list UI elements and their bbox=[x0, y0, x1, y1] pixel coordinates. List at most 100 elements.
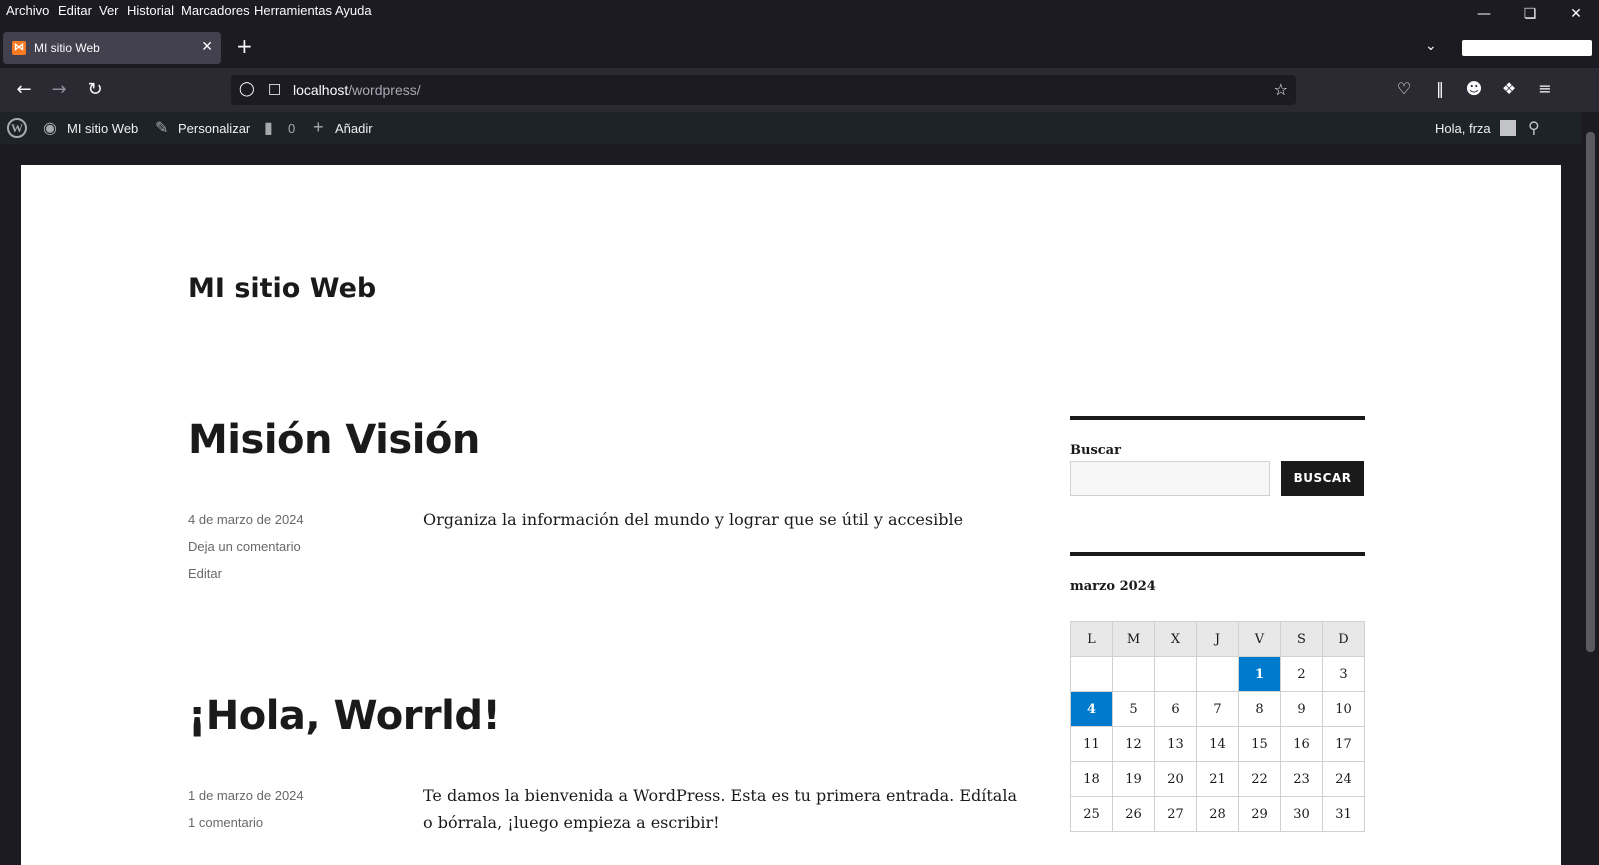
page-icon[interactable]: □ bbox=[268, 81, 281, 97]
calendar-day[interactable]: 1 bbox=[1238, 656, 1281, 692]
post-title[interactable]: Misión Visión bbox=[188, 417, 480, 463]
menu-herramientas[interactable]: Herramientas bbox=[254, 3, 332, 18]
post-edit-link[interactable]: Editar bbox=[188, 566, 222, 581]
site-title[interactable]: MI sitio Web bbox=[188, 273, 376, 304]
calendar-day: 22 bbox=[1238, 761, 1281, 797]
search-icon[interactable]: ⚲ bbox=[1528, 118, 1540, 138]
calendar-day: 15 bbox=[1238, 726, 1281, 762]
post-date[interactable]: 4 de marzo de 2024 bbox=[188, 512, 304, 527]
new-tab-icon[interactable]: + bbox=[236, 34, 253, 58]
menu-ayuda[interactable]: Ayuda bbox=[335, 3, 372, 18]
calendar-day: 29 bbox=[1238, 796, 1281, 832]
wp-admin-bar: W ◉ MI sitio Web ✎ Personalizar ▮ 0 + Añ… bbox=[0, 112, 1582, 144]
calendar-day: 6 bbox=[1154, 691, 1197, 727]
post-comment-link[interactable]: Deja un comentario bbox=[188, 539, 301, 554]
calendar-empty bbox=[1112, 656, 1155, 692]
post-date[interactable]: 1 de marzo de 2024 bbox=[188, 788, 304, 803]
calendar-day: 19 bbox=[1112, 761, 1155, 797]
menu-archivo[interactable]: Archivo bbox=[6, 3, 49, 18]
calendar-weekday: M bbox=[1112, 621, 1155, 657]
hamburger-menu-icon[interactable]: ≡ bbox=[1534, 79, 1556, 98]
tab-title: MI sitio Web bbox=[34, 41, 100, 55]
calendar-empty bbox=[1154, 656, 1197, 692]
menu-ver[interactable]: Ver bbox=[99, 3, 119, 18]
shield-icon[interactable]: ◯ bbox=[239, 81, 255, 97]
calendar-weekday: L bbox=[1070, 621, 1113, 657]
url-bar[interactable]: ◯ □ localhost/wordpress/ ☆ bbox=[231, 75, 1296, 105]
redacted-account bbox=[1462, 40, 1592, 56]
calendar-day[interactable]: 4 bbox=[1070, 691, 1113, 727]
admin-site-name[interactable]: MI sitio Web bbox=[67, 121, 138, 136]
menu-bar: Archivo Editar Ver Historial Marcadores … bbox=[0, 0, 1599, 24]
comment-bubble-icon: ▮ bbox=[264, 120, 273, 137]
account-icon[interactable]: ☻ bbox=[1463, 79, 1485, 98]
admin-customize[interactable]: Personalizar bbox=[178, 121, 250, 136]
calendar-day: 24 bbox=[1322, 761, 1365, 797]
scrollbar-thumb[interactable] bbox=[1586, 132, 1595, 652]
nav-bar: ← → ↻ ◯ □ localhost/wordpress/ ☆ ♡ ‖ ☻ ❖… bbox=[0, 68, 1599, 112]
close-tab-icon[interactable]: ✕ bbox=[201, 38, 213, 55]
calendar-week: 123 bbox=[1070, 656, 1365, 692]
calendar-day: 13 bbox=[1154, 726, 1197, 762]
brush-icon: ✎ bbox=[155, 120, 169, 137]
calendar-day: 11 bbox=[1070, 726, 1113, 762]
library-icon[interactable]: ‖ bbox=[1429, 79, 1451, 98]
calendar-day: 21 bbox=[1196, 761, 1239, 797]
calendar-weekday: S bbox=[1280, 621, 1323, 657]
tab-mi-sitio-web[interactable]: ⋈ MI sitio Web ✕ bbox=[3, 32, 221, 64]
close-window-icon[interactable]: ✕ bbox=[1553, 0, 1599, 28]
plus-icon: + bbox=[313, 117, 324, 137]
restore-icon[interactable]: ❏ bbox=[1507, 0, 1553, 28]
post-title[interactable]: ¡Hola, Worrld! bbox=[188, 693, 501, 739]
calendar-week: 4 5 6 7 8 9 10 bbox=[1070, 691, 1365, 727]
back-icon[interactable]: ← bbox=[12, 78, 36, 102]
admin-new[interactable]: Añadir bbox=[335, 121, 373, 136]
calendar-header: LMXJVSD bbox=[1070, 621, 1365, 657]
calendar-empty bbox=[1070, 656, 1113, 692]
calendar-day: 7 bbox=[1196, 691, 1239, 727]
post-content: Te damos la bienvenida a WordPress. Esta… bbox=[423, 786, 1017, 832]
calendar-caption: marzo 2024 bbox=[1070, 579, 1156, 594]
search-widget-label: Buscar bbox=[1070, 443, 1121, 458]
calendar-body: 1 2 3 4 5 6 7 8 9 10 11 12 13 14 15 16 17 18 19 20 21 22 23 24 2… bbox=[1070, 656, 1365, 832]
admin-greeting[interactable]: Hola, frza bbox=[1435, 121, 1491, 136]
calendar-weekday: J bbox=[1196, 621, 1239, 657]
calendar-day: 2 bbox=[1280, 656, 1323, 692]
search-button[interactable]: BUSCAR bbox=[1281, 461, 1364, 496]
site-page: MI sitio Web Misión Visión 4 de marzo de… bbox=[21, 165, 1561, 865]
calendar-day: 12 bbox=[1112, 726, 1155, 762]
calendar-day: 28 bbox=[1196, 796, 1239, 832]
bookmark-star-icon[interactable]: ☆ bbox=[1274, 80, 1288, 99]
calendar-day: 8 bbox=[1238, 691, 1281, 727]
url-host: localhost bbox=[293, 82, 349, 98]
widget-divider bbox=[1070, 416, 1365, 420]
avatar[interactable] bbox=[1500, 120, 1516, 136]
post-comment-link[interactable]: 1 comentario bbox=[188, 815, 263, 830]
chevron-down-icon[interactable]: ⌄ bbox=[1425, 38, 1437, 54]
calendar-day: 18 bbox=[1070, 761, 1113, 797]
minimize-icon[interactable]: — bbox=[1461, 0, 1507, 28]
pocket-icon[interactable]: ♡ bbox=[1393, 79, 1415, 98]
calendar-day: 3 bbox=[1322, 656, 1365, 692]
menu-editar[interactable]: Editar bbox=[58, 3, 92, 18]
search-input[interactable] bbox=[1070, 461, 1270, 496]
url-text[interactable]: localhost/wordpress/ bbox=[293, 82, 421, 98]
extensions-icon[interactable]: ❖ bbox=[1498, 79, 1520, 98]
reload-icon[interactable]: ↻ bbox=[83, 78, 107, 102]
calendar: LMXJVSD 1 2 3 4 5 6 7 8 9 10 11 12 13 14 15 16 17 18 19 20 2… bbox=[1070, 621, 1365, 832]
calendar-day: 10 bbox=[1322, 691, 1365, 727]
wordpress-logo-icon[interactable]: W bbox=[7, 118, 27, 138]
calendar-day: 27 bbox=[1154, 796, 1197, 832]
menu-marcadores[interactable]: Marcadores bbox=[181, 3, 250, 18]
calendar-weekday: X bbox=[1154, 621, 1197, 657]
calendar-day: 25 bbox=[1070, 796, 1113, 832]
calendar-day: 31 bbox=[1322, 796, 1365, 832]
scrollbar[interactable] bbox=[1582, 112, 1599, 852]
menu-historial[interactable]: Historial bbox=[127, 3, 174, 18]
calendar-week: 25 26 27 28 29 30 31 bbox=[1070, 796, 1365, 832]
admin-comments-count[interactable]: 0 bbox=[288, 121, 295, 136]
dashboard-icon: ◉ bbox=[43, 120, 57, 137]
calendar-weekday: V bbox=[1238, 621, 1281, 657]
calendar-week: 18 19 20 21 22 23 24 bbox=[1070, 761, 1365, 797]
forward-icon[interactable]: → bbox=[47, 78, 71, 102]
